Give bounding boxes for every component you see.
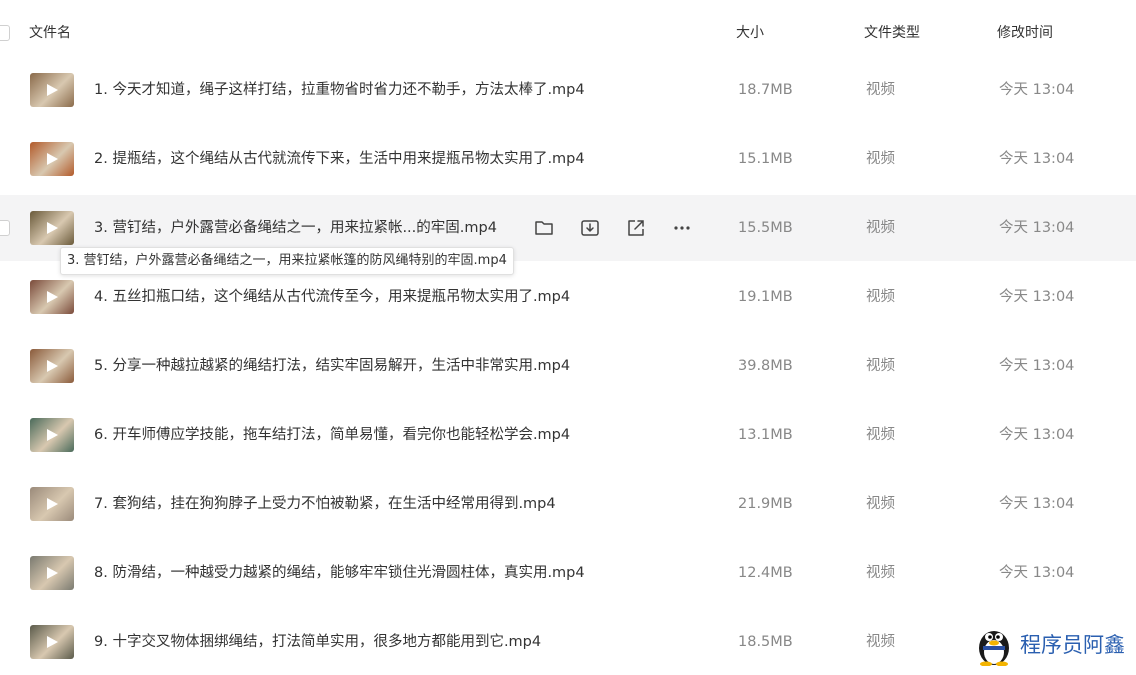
play-icon (47, 636, 58, 648)
file-row[interactable]: 9. 十字交叉物体捆绑绳结，打法简单实用，很多地方都能用到它.mp4 18.5MB… (0, 609, 1136, 675)
file-row[interactable]: 5. 分享一种越拉越紧的绳结打法，结实牢固易解开，生活中非常实用.mp4 39.8… (0, 333, 1136, 399)
folder-icon[interactable] (531, 215, 557, 241)
file-size: 18.7MB (738, 82, 793, 98)
file-size: 39.8MB (738, 358, 793, 374)
file-row[interactable]: 2. 提瓶结，这个绳结从古代就流传下来，生活中用来提瓶吊物太实用了.mp4 15.… (0, 126, 1136, 192)
column-header-name[interactable]: 文件名 (29, 24, 71, 42)
video-thumbnail[interactable] (30, 142, 74, 176)
play-icon (47, 429, 58, 441)
file-name[interactable]: 2. 提瓶结，这个绳结从古代就流传下来，生活中用来提瓶吊物太实用了.mp4 (94, 150, 585, 168)
file-type: 视频 (866, 496, 895, 512)
watermark: 程序员阿鑫 (974, 622, 1125, 666)
watermark-text: 程序员阿鑫 (1020, 633, 1125, 657)
column-header-modified[interactable]: 修改时间 (997, 24, 1053, 42)
file-size: 19.1MB (738, 289, 793, 305)
file-modified: 今天 13:04 (999, 427, 1075, 443)
play-icon (47, 291, 58, 303)
filename-tooltip: 3. 营钉结，户外露营必备绳结之一，用来拉紧帐篷的防风绳特别的牢固.mp4 (60, 247, 514, 275)
video-thumbnail[interactable] (30, 487, 74, 521)
file-modified: 今天 13:04 (999, 358, 1075, 374)
video-thumbnail[interactable] (30, 556, 74, 590)
share-icon[interactable] (623, 215, 649, 241)
row-checkbox[interactable] (0, 220, 10, 236)
file-size: 13.1MB (738, 427, 793, 443)
play-icon (47, 360, 58, 372)
file-name[interactable]: 7. 套狗结，挂在狗狗脖子上受力不怕被勒紧，在生活中经常用得到.mp4 (94, 495, 556, 513)
more-icon[interactable] (669, 215, 695, 241)
file-row[interactable]: 1. 今天才知道，绳子这样打结，拉重物省时省力还不勒手，方法太棒了.mp4 18.… (0, 57, 1136, 123)
download-icon[interactable] (577, 215, 603, 241)
file-modified: 今天 13:04 (999, 289, 1075, 305)
file-type: 视频 (866, 358, 895, 374)
video-thumbnail[interactable] (30, 349, 74, 383)
file-modified: 今天 13:04 (999, 220, 1075, 236)
video-thumbnail[interactable] (30, 625, 74, 659)
file-name[interactable]: 5. 分享一种越拉越紧的绳结打法，结实牢固易解开，生活中非常实用.mp4 (94, 357, 570, 375)
file-type: 视频 (866, 427, 895, 443)
file-name[interactable]: 3. 营钉结，户外露营必备绳结之一，用来拉紧帐...的牢固.mp4 (94, 219, 497, 237)
file-size: 21.9MB (738, 496, 793, 512)
file-type: 视频 (866, 151, 895, 167)
file-modified: 今天 13:04 (999, 151, 1075, 167)
file-size: 15.1MB (738, 151, 793, 167)
row-actions (531, 215, 701, 241)
file-type: 视频 (866, 289, 895, 305)
file-row[interactable]: 6. 开车师傅应学技能，拖车结打法，简单易懂，看完你也能轻松学会.mp4 13.1… (0, 402, 1136, 468)
file-name[interactable]: 8. 防滑结，一种越受力越紧的绳结，能够牢牢锁住光滑圆柱体，真实用.mp4 (94, 564, 585, 582)
video-thumbnail[interactable] (30, 418, 74, 452)
play-icon (47, 84, 58, 96)
file-name[interactable]: 9. 十字交叉物体捆绑绳结，打法简单实用，很多地方都能用到它.mp4 (94, 633, 541, 651)
column-header-type[interactable]: 文件类型 (864, 24, 920, 42)
video-thumbnail[interactable] (30, 73, 74, 107)
file-size: 15.5MB (738, 220, 793, 236)
file-modified: 今天 13:04 (999, 496, 1075, 512)
penguin-icon (979, 631, 1009, 666)
file-type: 视频 (866, 220, 895, 236)
file-name[interactable]: 6. 开车师傅应学技能，拖车结打法，简单易懂，看完你也能轻松学会.mp4 (94, 426, 570, 444)
play-icon (47, 567, 58, 579)
file-size: 18.5MB (738, 634, 793, 650)
file-size: 12.4MB (738, 565, 793, 581)
file-modified: 今天 13:04 (999, 565, 1075, 581)
file-name[interactable]: 1. 今天才知道，绳子这样打结，拉重物省时省力还不勒手，方法太棒了.mp4 (94, 81, 585, 99)
play-icon (47, 153, 58, 165)
file-name[interactable]: 4. 五丝扣瓶口结，这个绳结从古代流传至今，用来提瓶吊物太实用了.mp4 (94, 288, 570, 306)
file-modified: 今天 13:04 (999, 82, 1075, 98)
file-type: 视频 (866, 634, 895, 650)
file-type: 视频 (866, 82, 895, 98)
video-thumbnail[interactable] (30, 280, 74, 314)
play-icon (47, 498, 58, 510)
file-type: 视频 (866, 565, 895, 581)
select-all-checkbox[interactable] (0, 25, 10, 41)
play-icon (47, 222, 58, 234)
video-thumbnail[interactable] (30, 211, 74, 245)
column-header-size[interactable]: 大小 (736, 24, 764, 42)
file-row[interactable]: 7. 套狗结，挂在狗狗脖子上受力不怕被勒紧，在生活中经常用得到.mp4 21.9M… (0, 471, 1136, 537)
file-row[interactable]: 8. 防滑结，一种越受力越紧的绳结，能够牢牢锁住光滑圆柱体，真实用.mp4 12.… (0, 540, 1136, 606)
